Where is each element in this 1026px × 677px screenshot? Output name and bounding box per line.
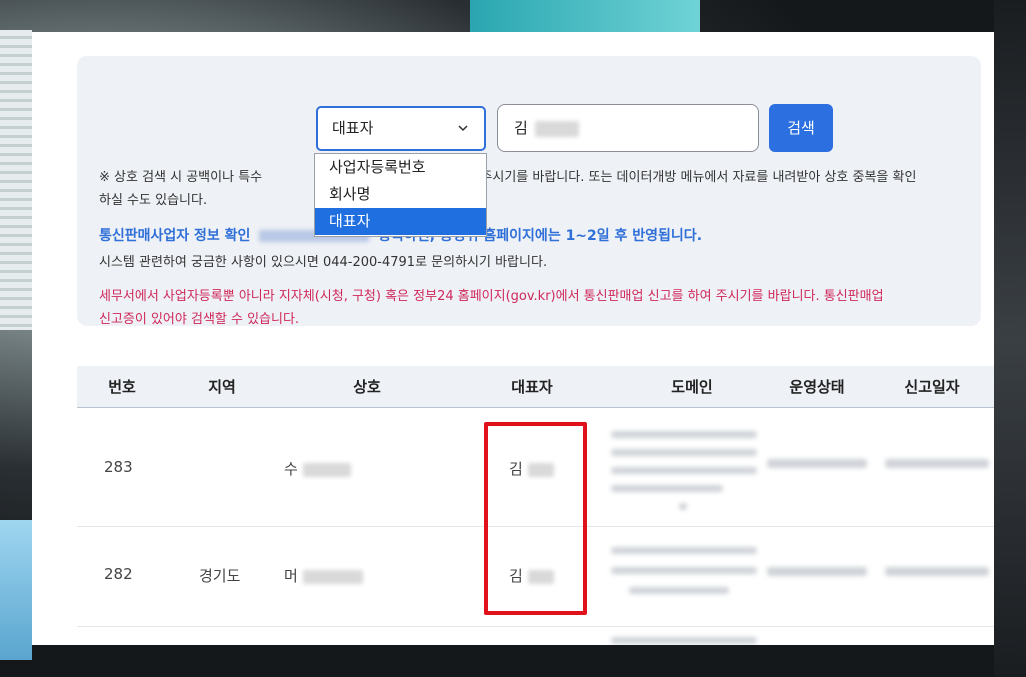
search-notice: ※ 상호 검색 시 공백이나 특수 입력해 주시기를 바랍니다. 또는 데이터개… bbox=[99, 166, 969, 212]
search-button[interactable]: 검색 bbox=[769, 104, 833, 152]
header-representative: 대표자 bbox=[511, 378, 553, 396]
redacted-text bbox=[302, 569, 363, 584]
redacted-text bbox=[534, 120, 579, 137]
results-table-header: 번호 지역 상호 대표자 도메인 운영상태 신고일자 bbox=[77, 366, 994, 408]
redacted-domain bbox=[629, 587, 729, 594]
redacted-domain bbox=[611, 637, 757, 644]
redacted-domain bbox=[679, 503, 687, 510]
chevron-down-icon bbox=[458, 125, 468, 132]
notice-general-line2: 하실 수도 있습니다. bbox=[99, 193, 208, 208]
header-domain: 도메인 bbox=[671, 378, 713, 396]
redacted-domain bbox=[611, 467, 757, 474]
header-status: 운영상태 bbox=[789, 378, 845, 396]
notice-general-prefix: ※ 상호 검색 시 공백이나 특수 bbox=[99, 170, 263, 185]
notice-red-line1: 세무서에서 사업자등록뿐 아니라 지자체(시청, 구청) 혹은 정부24 홈페이… bbox=[99, 289, 884, 304]
redacted-domain bbox=[611, 449, 757, 456]
notice-red-line2: 신고증이 있어야 검색할 수 있습니다. bbox=[99, 312, 300, 327]
row-number: 282 bbox=[104, 565, 133, 583]
redacted-domain bbox=[611, 431, 757, 438]
select-value: 대표자 bbox=[332, 119, 374, 137]
redacted-status bbox=[767, 459, 867, 468]
redacted-date bbox=[885, 567, 989, 576]
notice-registration-warning: 세무서에서 사업자등록뿐 아니라 지자체(시청, 구청) 혹은 정부24 홈페이… bbox=[99, 285, 979, 331]
background-teal-object bbox=[470, 0, 700, 32]
redacted-domain bbox=[611, 485, 723, 492]
notice-reflect: 통신판매사업자 정보 확인 등록하면, 공정위 홈페이지에는 1~2일 후 반영… bbox=[99, 225, 979, 245]
web-page: 대표자 사업자등록번호 회사명 대표자 김 검색 ※ 상호 검색 시 공백이나 … bbox=[32, 32, 994, 645]
representative-highlight-box bbox=[484, 422, 587, 615]
option-company-name[interactable]: 회사명 bbox=[315, 181, 486, 208]
background-right-edge bbox=[994, 0, 1026, 677]
notice-system-contact: 시스템 관련하여 궁금한 사항이 있으시면 044-200-4791로 문의하시… bbox=[99, 255, 548, 270]
company-name: 머 bbox=[284, 567, 298, 585]
header-region: 지역 bbox=[208, 378, 236, 396]
header-number: 번호 bbox=[108, 378, 136, 396]
search-type-dropdown: 사업자등록번호 회사명 대표자 bbox=[314, 153, 487, 237]
search-panel: 대표자 사업자등록번호 회사명 대표자 김 검색 ※ 상호 검색 시 공백이나 … bbox=[77, 56, 981, 327]
redacted-domain bbox=[611, 567, 757, 574]
search-input-value: 김 bbox=[514, 119, 528, 137]
redacted-status bbox=[767, 567, 867, 576]
search-type-select[interactable]: 대표자 bbox=[316, 106, 486, 151]
option-representative[interactable]: 대표자 bbox=[315, 208, 486, 235]
table-row[interactable] bbox=[77, 627, 994, 645]
header-date: 신고일자 bbox=[904, 378, 960, 396]
notice-general-suffix: 입력해 주시기를 바랍니다. 또는 데이터개방 메뉴에서 자료를 내려받아 상호… bbox=[440, 170, 917, 185]
row-region: 경기도 bbox=[199, 567, 241, 585]
company-name: 수 bbox=[284, 460, 298, 478]
header-company: 상호 bbox=[353, 378, 381, 396]
row-company: 수 bbox=[284, 458, 351, 479]
redacted-date bbox=[885, 459, 989, 468]
search-input[interactable]: 김 bbox=[497, 104, 759, 152]
notice-blue-prefix: 통신판매사업자 정보 확인 bbox=[99, 228, 251, 244]
background-blue-object bbox=[0, 520, 32, 660]
background-paper-stack bbox=[0, 30, 32, 330]
redacted-domain bbox=[611, 547, 757, 554]
redacted-text bbox=[302, 462, 351, 477]
row-number: 283 bbox=[104, 458, 133, 476]
row-company: 머 bbox=[284, 565, 363, 586]
option-business-number[interactable]: 사업자등록번호 bbox=[315, 154, 486, 181]
